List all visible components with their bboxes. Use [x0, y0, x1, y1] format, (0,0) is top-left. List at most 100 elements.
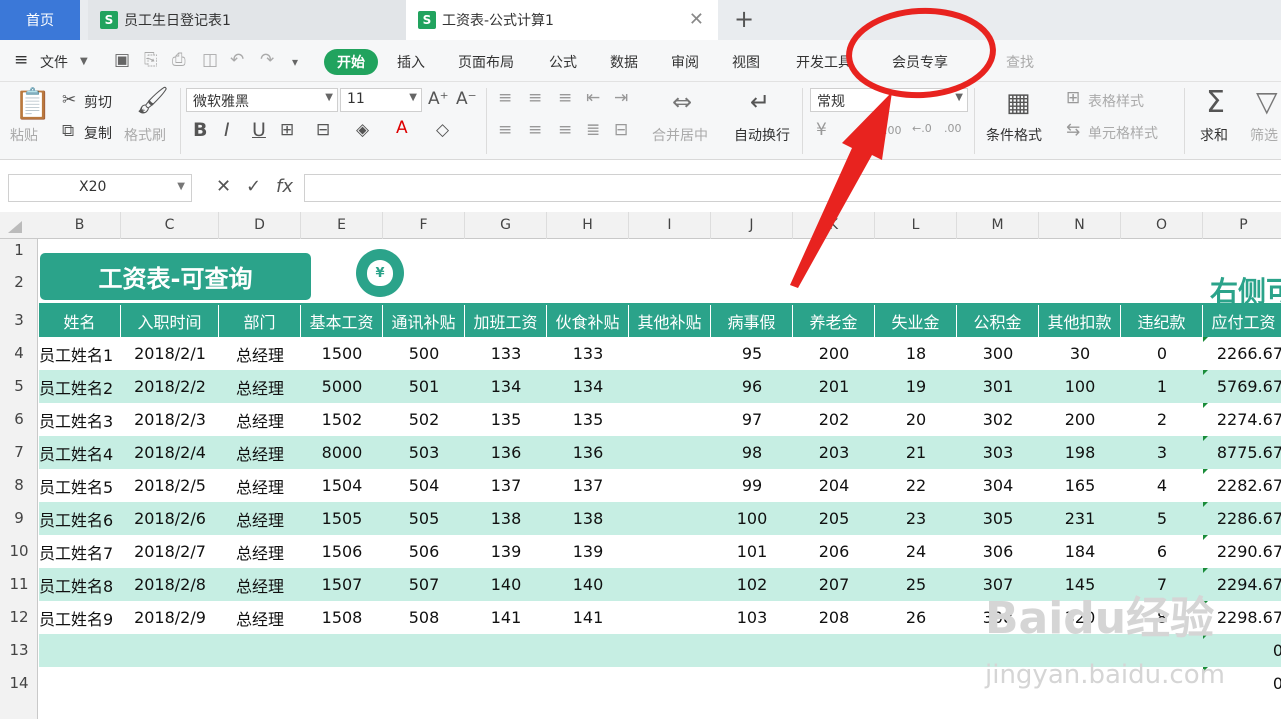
- table-cell[interactable]: 134: [465, 370, 547, 403]
- table-cell[interactable]: 135: [547, 403, 629, 436]
- cell-style-icon[interactable]: ⇆: [1066, 122, 1080, 139]
- copy-icon[interactable]: ⧉: [62, 123, 74, 140]
- table-cell[interactable]: 员工姓名8: [39, 568, 121, 601]
- export-icon[interactable]: ⎘: [144, 50, 158, 70]
- column-header-B[interactable]: B: [39, 212, 121, 239]
- column-header-J[interactable]: J: [711, 212, 793, 239]
- column-header-E[interactable]: E: [301, 212, 383, 239]
- table-cell[interactable]: 101: [711, 535, 793, 568]
- brush-icon[interactable]: 🖌: [136, 88, 169, 114]
- row-header-5[interactable]: 5: [0, 370, 38, 403]
- table-cell[interactable]: 137: [547, 469, 629, 502]
- table-cell[interactable]: 员工姓名5: [39, 469, 121, 502]
- table-cell[interactable]: 2290.67: [1203, 535, 1281, 568]
- row-header-2[interactable]: 2: [0, 261, 38, 304]
- table-cell[interactable]: [301, 634, 383, 667]
- table-cell[interactable]: 员工姓名7: [39, 535, 121, 568]
- menu-file[interactable]: 文件: [40, 52, 68, 72]
- column-title[interactable]: 部门: [219, 304, 301, 337]
- table-cell[interactable]: [465, 634, 547, 667]
- table-cell[interactable]: 208: [793, 601, 875, 634]
- table-cell[interactable]: 134: [547, 370, 629, 403]
- table-cell[interactable]: 1505: [301, 502, 383, 535]
- table-cell[interactable]: 2018/2/3: [121, 403, 219, 436]
- row-header-10[interactable]: 10: [0, 535, 38, 568]
- conditional-format-icon[interactable]: ▦: [1006, 90, 1031, 116]
- table-cell[interactable]: 总经理: [219, 601, 301, 634]
- distribute-icon[interactable]: ⊟: [614, 122, 628, 139]
- row-header-6[interactable]: 6: [0, 403, 38, 436]
- table-cell[interactable]: 2298.67: [1203, 601, 1281, 634]
- table-cell[interactable]: [793, 667, 875, 700]
- table-cell[interactable]: 303: [957, 436, 1039, 469]
- menu-start[interactable]: 开始: [324, 49, 378, 75]
- table-cell[interactable]: 2018/2/5: [121, 469, 219, 502]
- column-header-I[interactable]: I: [629, 212, 711, 239]
- table-cell[interactable]: 1504: [301, 469, 383, 502]
- column-header-L[interactable]: L: [875, 212, 957, 239]
- merge-icon[interactable]: ⇔: [672, 90, 692, 114]
- table-cell[interactable]: 304: [957, 469, 1039, 502]
- increase-decimal-icon[interactable]: ←.0: [912, 120, 932, 137]
- font-name-select[interactable]: 微软雅黑 ▼: [186, 88, 338, 112]
- column-title[interactable]: 姓名: [39, 304, 121, 337]
- table-cell[interactable]: 2018/2/2: [121, 370, 219, 403]
- table-style-button[interactable]: 表格样式: [1088, 91, 1144, 111]
- table-cell[interactable]: [793, 634, 875, 667]
- row-header-8[interactable]: 8: [0, 469, 38, 502]
- column-title[interactable]: 通讯补贴: [383, 304, 465, 337]
- table-cell[interactable]: 200: [793, 337, 875, 370]
- table-cell[interactable]: 184: [1039, 535, 1121, 568]
- table-cell[interactable]: 24: [875, 535, 957, 568]
- font-size-select[interactable]: 11 ▼: [340, 88, 422, 112]
- table-cell[interactable]: 员工姓名4: [39, 436, 121, 469]
- table-cell[interactable]: [547, 667, 629, 700]
- search-icon[interactable]: ⌕: [988, 52, 996, 68]
- row-header-4[interactable]: 4: [0, 337, 38, 370]
- table-cell[interactable]: 100: [711, 502, 793, 535]
- column-header-M[interactable]: M: [957, 212, 1039, 239]
- decimal-icon[interactable]: .00: [884, 122, 902, 139]
- row-header-13[interactable]: 13: [0, 634, 38, 667]
- formula-input[interactable]: [304, 174, 1281, 202]
- table-cell[interactable]: 140: [547, 568, 629, 601]
- select-all-corner[interactable]: [8, 221, 22, 233]
- column-header-D[interactable]: D: [219, 212, 301, 239]
- row-header-12[interactable]: 12: [0, 601, 38, 634]
- table-cell[interactable]: 员工姓名3: [39, 403, 121, 436]
- table-cell[interactable]: 231: [1039, 502, 1121, 535]
- table-cell[interactable]: 总经理: [219, 568, 301, 601]
- table-cell[interactable]: 5: [1121, 502, 1203, 535]
- border-icon[interactable]: ⊞: [280, 122, 294, 139]
- table-cell[interactable]: 204: [793, 469, 875, 502]
- table-cell[interactable]: 2266.67: [1203, 337, 1281, 370]
- align-top-icon[interactable]: ≡: [498, 90, 512, 107]
- table-cell[interactable]: 133: [465, 337, 547, 370]
- table-cell[interactable]: 2018/2/1: [121, 337, 219, 370]
- table-cell[interactable]: 198: [1039, 436, 1121, 469]
- align-center-icon[interactable]: ≡: [528, 122, 542, 139]
- table-cell[interactable]: 1500: [301, 337, 383, 370]
- row-header-9[interactable]: 9: [0, 502, 38, 535]
- wrap-text-button[interactable]: 自动换行: [734, 125, 790, 145]
- chevron-down-icon[interactable]: ▼: [80, 56, 88, 67]
- justify-icon[interactable]: ≣: [586, 122, 600, 139]
- table-cell[interactable]: 总经理: [219, 535, 301, 568]
- filter-button[interactable]: 筛选: [1250, 125, 1278, 145]
- table-cell[interactable]: 员工姓名6: [39, 502, 121, 535]
- column-header-P[interactable]: P: [1203, 212, 1281, 239]
- table-cell[interactable]: 2294.67: [1203, 568, 1281, 601]
- table-cell[interactable]: [629, 403, 711, 436]
- table-cell[interactable]: 305: [957, 502, 1039, 535]
- italic-icon[interactable]: I: [224, 121, 230, 140]
- function-icon[interactable]: fx: [276, 176, 293, 197]
- redo-icon[interactable]: ↷: [260, 50, 274, 70]
- column-title[interactable]: 入职时间: [121, 304, 219, 337]
- sum-button[interactable]: 求和: [1200, 125, 1228, 145]
- indent-increase-icon[interactable]: ⇥: [614, 90, 628, 107]
- wrap-text-icon[interactable]: ↵: [750, 90, 770, 114]
- column-header-O[interactable]: O: [1121, 212, 1203, 239]
- table-cell[interactable]: 139: [547, 535, 629, 568]
- menu-member[interactable]: 会员专享: [892, 52, 948, 72]
- table-cell[interactable]: 2018/2/8: [121, 568, 219, 601]
